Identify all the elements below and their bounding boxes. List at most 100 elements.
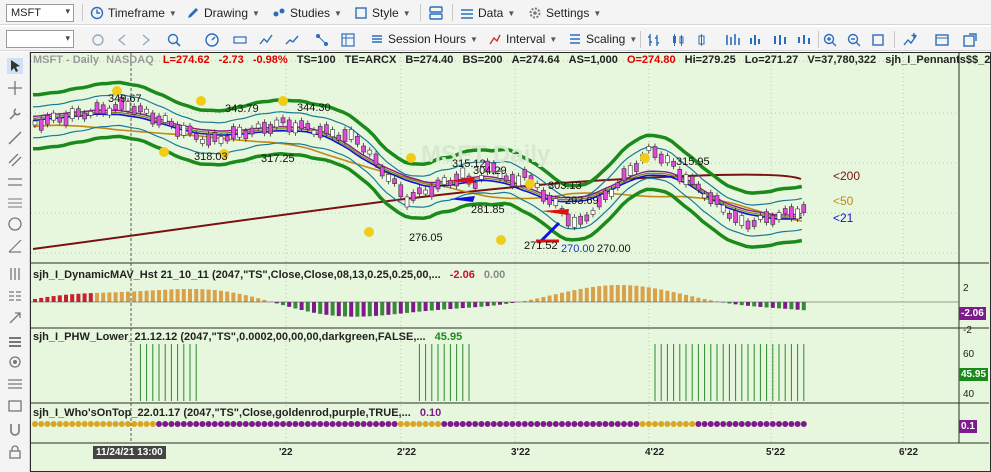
zoom-in-icon[interactable] [822,32,838,48]
ontop-dot [317,421,324,427]
candlestick-icon[interactable] [670,32,686,48]
network-icon[interactable] [314,32,330,48]
ontop-dot [726,421,733,427]
dashes-icon[interactable] [7,288,23,304]
gauge-icon[interactable] [204,32,220,48]
magnet-icon[interactable] [7,422,23,438]
histogram-bar [293,302,298,309]
swing-marker [159,147,169,157]
hollow-candle-icon[interactable] [694,32,710,48]
candle-body [646,146,652,151]
rectangle-icon[interactable] [7,398,23,414]
data-menu[interactable]: Data ▼ [460,4,515,22]
candle-body [776,212,782,220]
histogram-bar [690,296,695,302]
bars-icon[interactable] [7,334,23,350]
symbol-input[interactable]: MSFT ▾ [6,4,74,22]
ontop-dot [534,421,541,427]
candle-body [138,105,143,113]
ontop-dot [540,421,547,427]
price-label: 343.79 [225,103,259,115]
chevron-down-icon[interactable]: ▾ [65,6,70,17]
channel-icon[interactable] [7,152,23,168]
histogram-bar [144,290,149,302]
histogram-bar [479,302,484,307]
lock-icon[interactable] [7,444,23,460]
ellipse-icon[interactable] [7,354,23,370]
fibonacci-icon[interactable] [7,196,23,212]
line-chart-icon[interactable] [284,32,300,48]
trendline-icon[interactable] [7,130,23,146]
style-menu[interactable]: Style ▼ [354,4,411,22]
interval-menu[interactable]: Interval ▼ [488,30,557,48]
new-window-icon[interactable] [962,32,978,48]
ray-icon[interactable] [7,238,23,254]
candle-body [534,183,540,188]
ontop-dot [304,421,311,427]
chart-area[interactable]: MSFT - Daily NASDAQ L=274.62 -2.73 -0.98… [30,52,991,472]
histogram-bar [367,302,372,317]
wrench-icon[interactable] [7,106,23,122]
ontop-dot [447,421,454,427]
histogram-bar [330,302,335,316]
ontop-dot [149,421,156,427]
hlc-icon[interactable] [772,32,788,48]
ontop-dot [329,421,336,427]
pointer-icon[interactable] [7,58,23,74]
grid-lines-icon[interactable] [7,376,23,392]
window-icon[interactable] [934,32,950,48]
scaling-menu[interactable]: Scaling ▼ [568,30,637,48]
ontop-dot [484,421,491,427]
histogram-bar [467,302,471,308]
studies-menu[interactable]: Studies ▼ [272,4,342,22]
gann-icon[interactable] [7,216,23,232]
layout-icon[interactable] [428,5,444,21]
histogram-bar [200,289,205,302]
price-label: 293.69 [565,195,599,207]
histogram-bar [578,288,583,302]
ontop-dot [230,421,237,427]
candle-body [317,125,323,138]
timeframe-menu[interactable]: Timeframe ▼ [90,4,177,22]
fit-icon[interactable] [870,32,886,48]
histogram-bar [107,292,112,302]
refresh-icon[interactable] [90,32,106,48]
candle-body [727,213,732,219]
volume-icon[interactable] [748,32,764,48]
candle-body [88,111,94,116]
ruler-icon[interactable] [232,32,248,48]
candle-body [392,178,397,184]
candle-body [274,119,280,128]
candle-body [702,193,707,199]
arrow-icon[interactable] [7,310,23,326]
histogram-bar [584,287,589,302]
horizontal-line-icon[interactable] [7,174,23,190]
separator [82,4,83,21]
crosshair-icon[interactable] [7,80,23,96]
histogram-bar [597,286,602,302]
histogram-bar [783,302,788,309]
session-hours-menu[interactable]: Session Hours ▼ [370,30,478,48]
histogram-bar [739,302,744,306]
zoom-icon[interactable] [166,32,182,48]
zoom-out-icon[interactable] [846,32,862,48]
indicator-icon[interactable] [258,32,274,48]
column-icon[interactable] [7,266,23,282]
histogram-bar [405,302,409,313]
histogram-bar [113,292,118,302]
candle-body [175,124,180,137]
table-icon[interactable] [340,32,356,48]
add-chart-icon[interactable] [902,32,918,48]
ohlc-icon[interactable] [724,32,740,48]
interval-input[interactable]: ▾ [6,30,74,48]
high-price: Hi=279.25 [684,54,736,66]
back-icon[interactable] [114,32,130,48]
histogram-bar [789,302,794,310]
bar-chart-icon[interactable] [646,32,662,48]
forward-icon[interactable] [138,32,154,48]
candle-body [665,155,670,164]
dots-icon[interactable] [796,32,812,48]
drawing-menu[interactable]: Drawing ▼ [186,4,260,22]
chevron-down-icon[interactable]: ▾ [65,33,70,44]
settings-menu[interactable]: Settings ▼ [528,4,601,22]
